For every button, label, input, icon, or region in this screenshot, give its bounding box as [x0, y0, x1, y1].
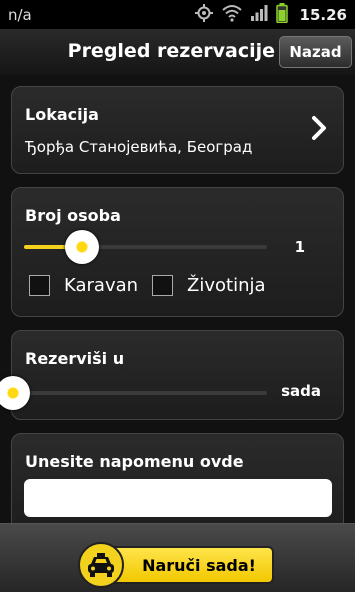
- persons-value: 1: [294, 238, 305, 256]
- signal-icon: [250, 4, 268, 26]
- location-value: Ђорђа Станојевића, Београд: [25, 138, 253, 156]
- note-card: Unesite napomenu ovde: [11, 433, 344, 533]
- chevron-right-icon[interactable]: [311, 115, 327, 145]
- carrier-label: n/a: [8, 5, 32, 24]
- order-label[interactable]: Naruči sada!: [106, 546, 274, 584]
- reserve-slider-knob[interactable]: [0, 376, 30, 410]
- persons-title: Broj osoba: [25, 206, 121, 225]
- title-bar: Pregled rezervacije Nazad: [0, 29, 355, 75]
- reserve-title: Rezerviši u: [25, 349, 125, 368]
- location-card[interactable]: Lokacija Ђорђа Станојевића, Београд: [11, 86, 344, 174]
- reserve-value: sada: [281, 382, 321, 400]
- reserve-card: Rezerviši u sada: [0, 330, 344, 420]
- karavan-label[interactable]: Karavan: [64, 275, 138, 296]
- persons-slider[interactable]: [24, 230, 267, 264]
- wifi-icon: [221, 4, 242, 26]
- karavan-checkbox[interactable]: [29, 275, 50, 296]
- back-button[interactable]: Nazad: [279, 36, 352, 68]
- zivotinja-label[interactable]: Životinja: [187, 275, 266, 296]
- persons-card: Broj osoba 1 Karavan Životinja: [11, 187, 344, 317]
- note-input[interactable]: [24, 479, 332, 517]
- taxi-icon[interactable]: [78, 542, 124, 588]
- order-button[interactable]: Naruči sada!: [78, 542, 276, 588]
- page-title: Pregled rezervacije: [67, 40, 275, 62]
- location-title: Lokacija: [25, 105, 99, 124]
- reserve-slider[interactable]: [0, 376, 267, 410]
- status-bar: n/a 15.26: [0, 0, 355, 29]
- persons-options: Karavan Životinja: [29, 275, 280, 296]
- battery-icon: [275, 2, 288, 27]
- gps-icon: [194, 3, 214, 27]
- clock: 15.26: [299, 5, 347, 24]
- persons-slider-knob[interactable]: [65, 230, 99, 264]
- note-title: Unesite napomenu ovde: [25, 452, 244, 471]
- zivotinja-checkbox[interactable]: [152, 275, 174, 296]
- status-icons: 15.26: [194, 2, 347, 27]
- bottom-bar: Naruči sada!: [0, 523, 355, 592]
